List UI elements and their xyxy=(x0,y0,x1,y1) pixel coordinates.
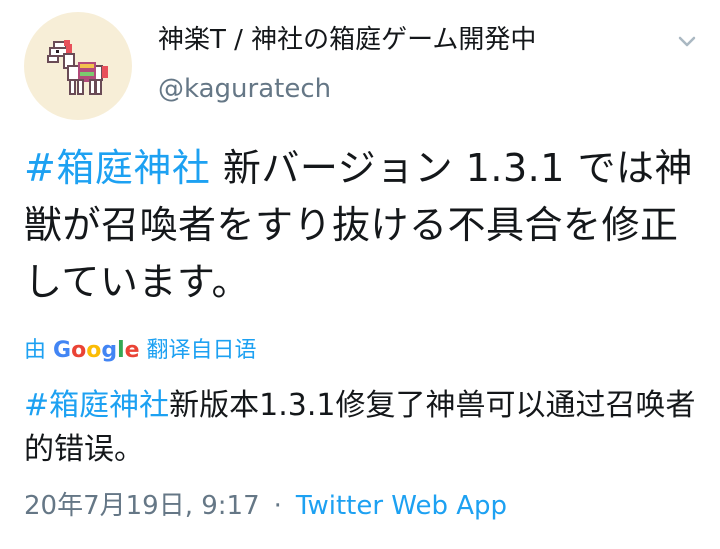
translate-button[interactable]: 由 Google 翻译自日语 xyxy=(24,336,257,366)
tweet-text: #箱庭神社 新バージョン 1.3.1 では神獣が召喚者をすり抜ける不具合を修正し… xyxy=(24,140,696,311)
timestamp[interactable]: 20年7月19日, 9:17 xyxy=(24,491,260,521)
pixel-horse-icon xyxy=(47,40,108,95)
translated-hashtag-link[interactable]: #箱庭神社 xyxy=(24,388,169,423)
translate-action-label: 翻译自日语 xyxy=(146,338,257,363)
google-logo: Google xyxy=(53,338,140,363)
chevron-down-icon[interactable] xyxy=(674,30,700,52)
translate-by-label: 由 xyxy=(24,338,47,363)
translated-text: #箱庭神社新版本1.3.1修复了神兽可以通过召唤者的错误。 xyxy=(24,384,696,472)
tweet-card: 神楽T / 神社の箱庭ゲーム開発中 @kaguratech #箱庭神社 新バージ… xyxy=(0,0,720,549)
avatar[interactable] xyxy=(24,12,132,120)
hashtag-link[interactable]: #箱庭神社 xyxy=(24,146,210,190)
meta-separator: · xyxy=(273,491,282,521)
user-handle[interactable]: @kaguratech xyxy=(158,72,331,106)
source-link[interactable]: Twitter Web App xyxy=(296,491,507,521)
tweet-meta: 20年7月19日, 9:17 · Twitter Web App xyxy=(24,488,507,524)
display-name[interactable]: 神楽T / 神社の箱庭ゲーム開発中 xyxy=(158,22,536,58)
